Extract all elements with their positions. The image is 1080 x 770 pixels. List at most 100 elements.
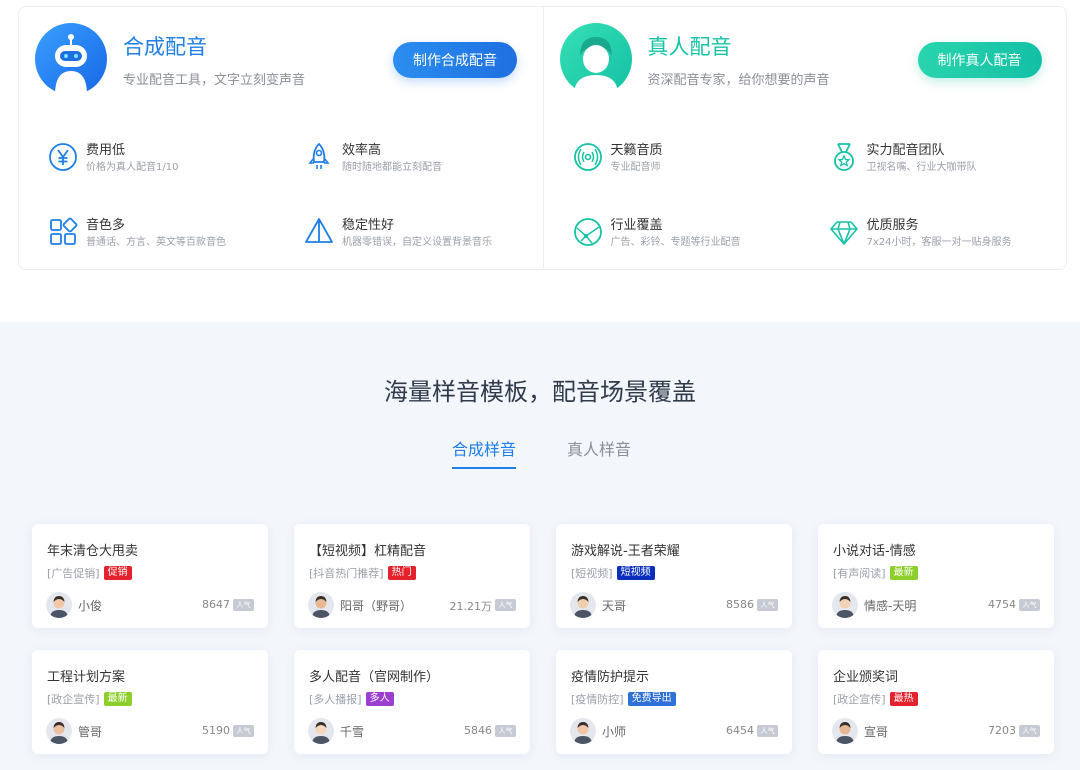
human-title: 真人配音	[647, 35, 732, 59]
card-badge: 热门	[387, 566, 416, 580]
card-popularity-count: 5190	[202, 724, 230, 737]
sample-card[interactable]: 疫情防护提示 [疫情防控] 免费导出小师 6454 人气	[556, 650, 792, 754]
feature-desc: 广告、彩铃、专题等行业配音	[610, 237, 741, 248]
card-badge: 最新	[103, 692, 132, 706]
card-tag-row: [政企宣传] 最热	[833, 691, 918, 707]
card-tag: [有声阅读]	[833, 567, 886, 580]
card-popularity-count: 7203	[988, 724, 1016, 737]
card-popularity-count: 8647	[202, 598, 230, 611]
avatar	[308, 718, 334, 744]
card-badge: 短视频	[616, 566, 655, 580]
globe-icon	[573, 218, 602, 246]
feature-title: 音色多	[86, 218, 126, 233]
feature-desc: 卫视名嘴、行业大咖带队	[866, 162, 977, 173]
sample-card[interactable]: 游戏解说-王者荣耀 [短视频] 短视频天哥 8586 人气	[556, 524, 792, 628]
card-author: 小俊	[78, 599, 103, 613]
feature-title: 行业覆盖	[610, 218, 663, 233]
grid-icon	[50, 217, 78, 245]
card-tag-row: [广告促销] 促销	[47, 565, 132, 581]
card-tag: [广告促销]	[47, 567, 100, 580]
human-subtitle: 资深配音专家，给你想要的声音	[647, 73, 830, 88]
card-author: 情感-天明	[864, 599, 917, 613]
feature-desc: 价格为真人配音1/10	[86, 162, 179, 173]
feature-title: 实力配音团队	[866, 143, 945, 158]
feature-voices: 音色多 普通话、方言、英文等百款音色	[47, 214, 277, 254]
card-title: 疫情防护提示	[571, 670, 650, 685]
sample-card[interactable]: 企业颁奖词 [政企宣传] 最热 宣哥 7203 人气	[818, 650, 1054, 754]
avatar	[46, 718, 72, 744]
card-title: 年末清仓大甩卖	[47, 544, 139, 559]
feature-title: 费用低	[86, 143, 126, 158]
popularity-icon: 人气	[233, 725, 254, 737]
card-tag-row: [抖音热门推荐] 热门	[309, 565, 416, 581]
card-tag-row: [疫情防控] 免费导出	[571, 691, 676, 707]
card-popularity-count: 5846	[464, 724, 492, 737]
card-tag-row: [多人播报] 多人	[309, 691, 394, 707]
sample-card[interactable]: 【短视频】杠精配音 [抖音热门推荐] 热门阳哥（野哥） 21.21万 人气	[294, 524, 530, 628]
card-title: 小说对话-情感	[833, 544, 916, 559]
rocket-icon	[308, 142, 330, 169]
popularity-icon: 人气	[495, 599, 516, 611]
avatar	[832, 718, 858, 744]
make-synthetic-button[interactable]: 制作合成配音	[393, 42, 517, 78]
card-tag: [短视频]	[571, 567, 613, 580]
card-title: 游戏解说-王者荣耀	[571, 544, 680, 559]
card-author: 管哥	[78, 725, 103, 739]
triangle-icon	[305, 218, 333, 243]
card-badge: 免费导出	[627, 692, 676, 706]
avatar	[832, 592, 858, 618]
card-badge: 多人	[365, 692, 394, 706]
feature-team: 实力配音团队 卫视名嘴、行业大咖带队	[828, 139, 1058, 179]
avatar	[308, 592, 334, 618]
tab-human-samples[interactable]: 真人样音	[567, 436, 631, 460]
card-tag-row: [政企宣传] 最新	[47, 691, 132, 707]
diamond-icon	[829, 221, 858, 245]
service-panel: 合成配音 专业配音工具，文字立刻变声音 制作合成配音 费用低 价格为真人配音1/…	[18, 6, 1067, 270]
card-title: 【短视频】杠精配音	[309, 544, 427, 559]
synthetic-subtitle: 专业配音工具，文字立刻变声音	[123, 73, 306, 88]
active-tab-indicator	[452, 467, 516, 469]
robot-icon	[35, 23, 107, 95]
card-title: 多人配音（官网制作）	[309, 670, 440, 685]
card-title: 企业颁奖词	[833, 670, 899, 685]
card-badge: 最新	[889, 566, 918, 580]
make-human-button[interactable]: 制作真人配音	[917, 42, 1042, 78]
card-badge: 最热	[889, 692, 918, 706]
sample-card[interactable]: 小说对话-情感 [有声阅读] 最新 情感-天明 4754 人气	[818, 524, 1054, 628]
feature-desc: 7x24小时，客服一对一贴身服务	[866, 237, 1012, 248]
avatar	[570, 718, 596, 744]
section-title: 海量样音模板，配音场景覆盖	[384, 378, 696, 406]
synthetic-title: 合成配音	[123, 35, 207, 59]
feature-stability: 稳定性好 机器零错误，自定义设置背景音乐	[303, 214, 533, 254]
card-author: 天哥	[602, 599, 627, 613]
feature-desc: 专业配音师	[610, 162, 661, 173]
medal-icon	[833, 143, 854, 171]
popularity-icon: 人气	[1019, 599, 1040, 611]
synthetic-column: 合成配音 专业配音工具，文字立刻变声音 制作合成配音 费用低 价格为真人配音1/…	[19, 7, 543, 269]
feature-low-cost: 费用低 价格为真人配音1/10	[47, 139, 277, 179]
popularity-icon: 人气	[757, 725, 778, 737]
feature-desc: 随时随地都能立刻配音	[342, 162, 442, 173]
sample-card[interactable]: 工程计划方案 [政企宣传] 最新 管哥 5190 人气	[32, 650, 268, 754]
avatar	[46, 592, 72, 618]
card-author: 千雪	[340, 725, 365, 739]
popularity-icon: 人气	[495, 725, 516, 737]
card-popularity-count: 6454	[726, 724, 754, 737]
sample-card[interactable]: 年末清仓大甩卖 [广告促销] 促销 小俊 8647 人气	[32, 524, 268, 628]
tab-synthetic-samples[interactable]: 合成样音	[452, 436, 516, 460]
feature-service: 优质服务 7x24小时，客服一对一贴身服务	[828, 214, 1058, 254]
card-badge: 促销	[103, 566, 132, 580]
card-tag: [政企宣传]	[47, 693, 100, 706]
card-popularity-count: 21.21万	[449, 600, 493, 613]
feature-title: 天籁音质	[610, 143, 663, 158]
card-tag: [疫情防控]	[571, 693, 624, 706]
feature-desc: 机器零错误，自定义设置背景音乐	[342, 237, 492, 248]
yen-icon	[49, 143, 77, 171]
feature-title: 优质服务	[866, 218, 919, 233]
card-popularity-count: 8586	[726, 598, 754, 611]
popularity-icon: 人气	[757, 599, 778, 611]
card-tag: [政企宣传]	[833, 693, 886, 706]
card-author: 小师	[602, 725, 627, 739]
sample-card[interactable]: 多人配音（官网制作） [多人播报] 多人 千雪 5846 人气	[294, 650, 530, 754]
card-author: 阳哥（野哥）	[340, 599, 413, 613]
